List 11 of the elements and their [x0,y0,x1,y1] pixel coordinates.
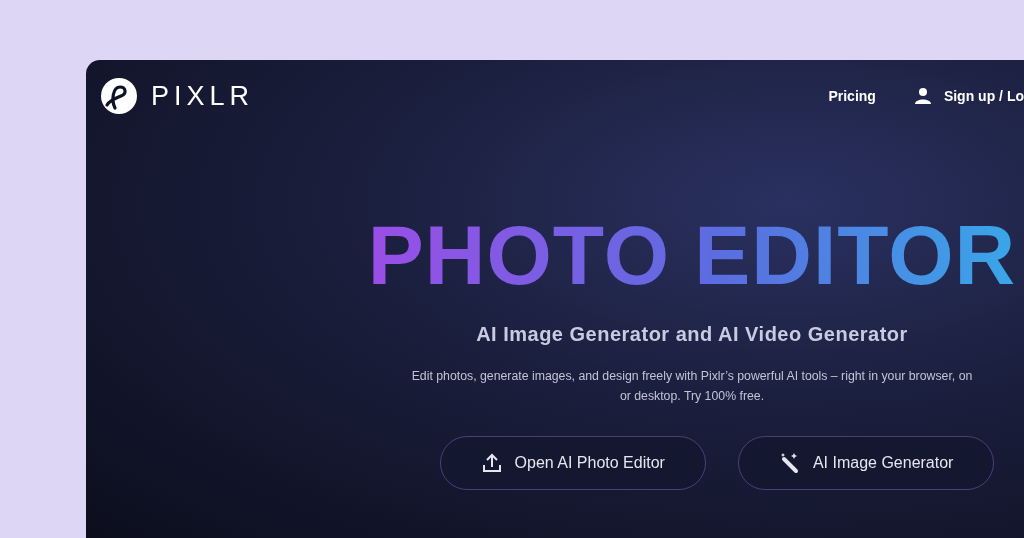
open-editor-button[interactable]: Open AI Photo Editor [439,436,706,490]
pricing-link[interactable]: Pricing [828,88,876,104]
upload-icon [480,452,503,474]
image-generator-button[interactable]: AI Image Generator [737,436,995,490]
logo-text[interactable]: PIXLR [151,80,255,112]
sign-up-link[interactable]: Sign up / Lo [913,87,1024,105]
description-line: or desktop. Try 100% free. [618,388,766,405]
hero-subtitle: AI Image Generator and AI Video Generator [476,323,908,346]
description-line: Edit photos, generate images, and design freely with Pixlr’s powerful AI tools – right in your browser, on [411,368,973,385]
user-icon [913,87,932,105]
logo-icon [101,78,137,114]
